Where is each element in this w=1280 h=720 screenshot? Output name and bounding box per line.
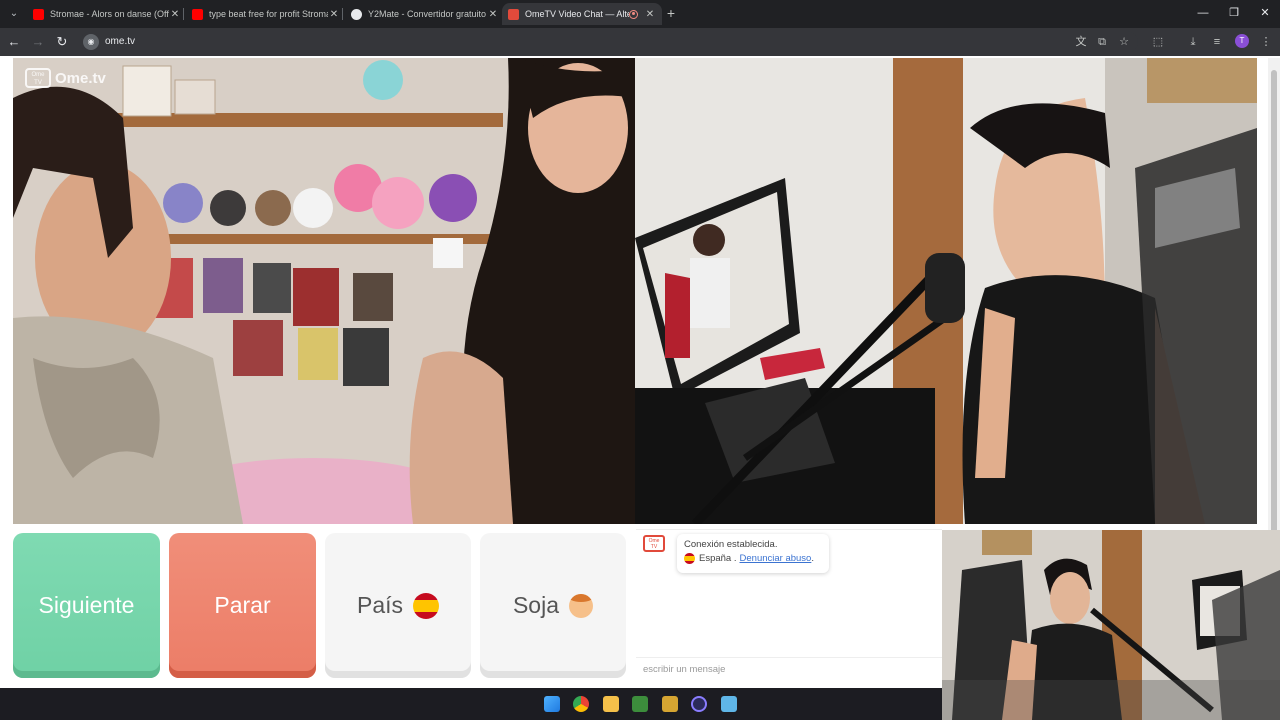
close-icon[interactable]: ✕	[169, 9, 181, 20]
tab-title: Stromae - Alors on danse (Offic	[50, 9, 169, 19]
stop-button-label: Parar	[214, 592, 271, 618]
minecraft-icon[interactable]	[632, 696, 648, 712]
recording-icon	[629, 9, 638, 19]
windows-start-icon[interactable]	[544, 696, 560, 712]
message-input[interactable]: escribir un mensaje	[636, 657, 942, 681]
close-icon[interactable]: ✕	[644, 9, 656, 20]
forward-button[interactable]: →	[29, 33, 47, 51]
translate-icon[interactable]: 文	[1073, 34, 1089, 50]
stop-button[interactable]: Parar	[169, 533, 316, 678]
chrome-icon[interactable]	[573, 696, 589, 712]
tab-strip: ⌄ Stromae - Alors on danse (Offic ✕ type…	[0, 0, 1280, 28]
ometv-icon	[508, 8, 519, 20]
report-abuse-link[interactable]: Denunciar abuso	[740, 553, 812, 564]
tab-stromae[interactable]: Stromae - Alors on danse (Offic ✕	[27, 3, 187, 25]
close-icon[interactable]: ✕	[487, 9, 499, 20]
tab-title: Y2Mate - Convertidor gratuito	[368, 9, 487, 19]
separator-dot: .	[731, 553, 737, 564]
ometv-logo-text: Ome.tv	[55, 69, 106, 87]
tab-search-icon[interactable]: ⌄	[5, 5, 23, 23]
spain-flag-icon	[684, 553, 695, 564]
media-control-icon[interactable]: ≡	[1209, 34, 1225, 50]
obs-icon[interactable]	[691, 696, 707, 712]
tab-type-beat[interactable]: type beat free for profit Stroma ✕	[186, 3, 346, 25]
gender-button-label: Soja	[512, 592, 560, 618]
ometv-logo: Ome TV Ome.tv	[25, 68, 106, 88]
tab-title: type beat free for profit Stroma	[209, 9, 328, 19]
file-explorer-icon[interactable]	[603, 696, 619, 712]
app-shield-icon[interactable]	[662, 696, 678, 712]
ometv-chat-logo: Ome TV	[643, 535, 665, 552]
next-button[interactable]: Siguiente	[13, 533, 160, 678]
trailing-dot: .	[811, 553, 814, 564]
browser-toolbar: ← → ↻ ◉ ome.tv 文 ⧉ ☆ ⬚ ⤓ ≡ T ⋮	[0, 28, 1280, 56]
partner-country: España	[699, 553, 732, 564]
self-camera-frame	[942, 530, 1280, 720]
chat-panel: Ome TV Conexión establecida. España . De…	[636, 529, 942, 681]
boy-face-icon	[569, 593, 594, 618]
partner-video-frame	[635, 58, 1257, 524]
reload-button[interactable]: ↻	[53, 33, 71, 51]
close-icon[interactable]: ✕	[328, 9, 340, 20]
connection-status: Conexión establecida.	[684, 539, 778, 550]
menu-icon[interactable]: ⋮	[1258, 34, 1274, 50]
stranger-video-frame	[13, 58, 635, 524]
bookmark-star-icon[interactable]: ☆	[1116, 34, 1132, 50]
site-info-icon[interactable]: ◉	[83, 34, 99, 50]
stranger-video: Ome TV Ome.tv	[13, 58, 635, 524]
self-camera-overlay	[942, 530, 1280, 720]
new-tab-button[interactable]: +	[663, 5, 679, 21]
system-message: Conexión establecida. España . Denunciar…	[677, 534, 829, 573]
tab-divider	[342, 8, 343, 20]
extensions-icon[interactable]: ⬚	[1150, 34, 1166, 50]
address-bar[interactable]: ◉ ome.tv	[80, 31, 1138, 53]
ometv-logo-mark: Ome TV	[25, 68, 51, 88]
spain-flag-icon	[413, 592, 440, 619]
close-window-button[interactable]: ✕	[1255, 4, 1275, 22]
y2mate-icon	[351, 8, 362, 20]
tab-y2mate[interactable]: Y2Mate - Convertidor gratuito ✕	[345, 3, 505, 25]
country-button-label: País	[356, 592, 404, 618]
profile-avatar[interactable]: T	[1235, 34, 1249, 48]
notepad-icon[interactable]	[721, 696, 737, 712]
restore-button[interactable]: ❐	[1224, 4, 1244, 22]
back-button[interactable]: ←	[5, 33, 23, 51]
country-filter-button[interactable]: País	[325, 533, 471, 678]
tab-ometv[interactable]: OmeTV Video Chat — Alte ✕	[502, 3, 662, 25]
downloads-icon[interactable]: ⤓	[1185, 34, 1201, 50]
url-text: ome.tv	[105, 36, 136, 47]
cast-icon[interactable]: ⧉	[1094, 34, 1110, 50]
tab-divider	[183, 8, 184, 20]
partner-country-line: España . Denunciar abuso .	[684, 553, 822, 564]
partner-video	[635, 58, 1257, 524]
minimize-button[interactable]: —	[1193, 4, 1213, 22]
next-button-label: Siguiente	[38, 592, 135, 618]
youtube-icon	[33, 8, 44, 20]
gender-filter-button[interactable]: Soja	[480, 533, 626, 678]
windows-taskbar	[0, 688, 942, 720]
tab-title: OmeTV Video Chat — Alte	[525, 9, 629, 19]
youtube-icon	[192, 8, 203, 20]
